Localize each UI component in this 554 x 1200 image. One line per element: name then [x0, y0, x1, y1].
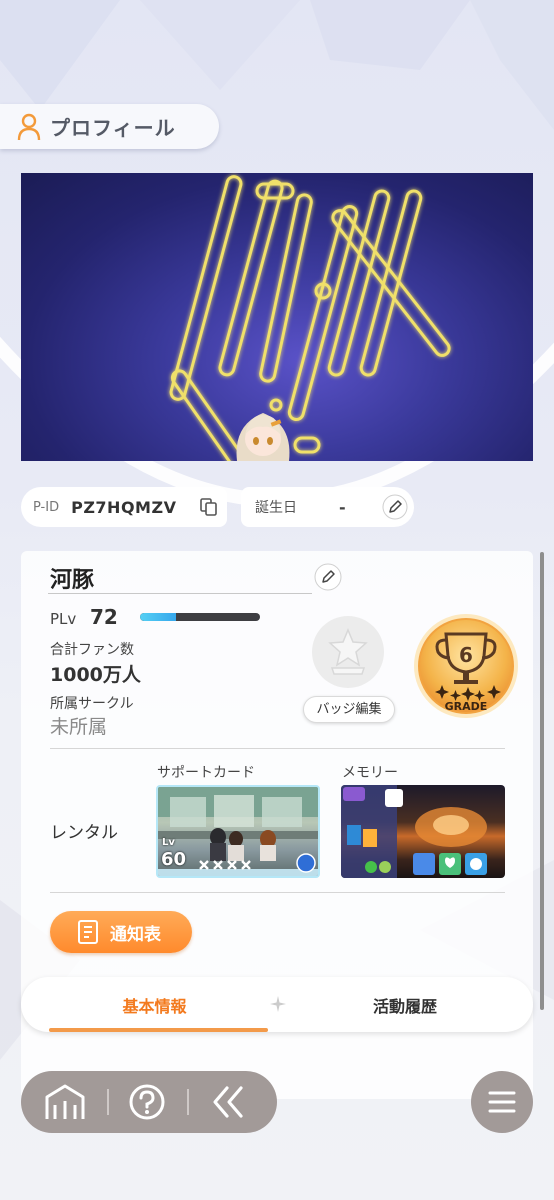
support-card-level: 60 [161, 849, 187, 870]
grade-label: GRADE [445, 700, 488, 713]
page-title: プロフィール [50, 116, 176, 140]
plv-progress-bar [140, 613, 260, 621]
menu-button[interactable] [471, 1071, 533, 1133]
support-card-lv-prefix: Lv [162, 837, 175, 848]
fans-label: 合計ファン数 [50, 642, 134, 658]
scrollbar[interactable] [540, 552, 544, 1010]
double-chevron-left-icon[interactable] [207, 1083, 251, 1121]
report-card-label: 通知表 [110, 924, 161, 945]
plv-progress-fill [140, 613, 176, 621]
memory-card-art [341, 785, 487, 878]
badge-edit-button[interactable]: バッジ編集 [303, 696, 395, 723]
player-id-box: P-ID PZ7HQMZV [21, 487, 227, 527]
help-icon[interactable] [127, 1083, 167, 1121]
profile-banner-image [21, 173, 533, 461]
memory-card-thumbnail[interactable] [341, 785, 505, 878]
grade-medal: 6 GRADE [414, 614, 518, 718]
player-id-value: PZ7HQMZV [71, 497, 177, 517]
report-card-icon [78, 920, 98, 944]
circle-label: 所属サークル [50, 696, 134, 712]
bottom-nav [21, 1071, 277, 1133]
fans-value: 1000万人 [50, 664, 141, 686]
section-divider [50, 892, 505, 893]
person-icon [17, 113, 41, 140]
player-name: 河豚 [50, 568, 95, 593]
edit-birthday-pencil-icon[interactable] [382, 494, 408, 520]
grade-number: 6 [459, 643, 473, 667]
hamburger-menu-icon [488, 1091, 516, 1113]
player-id-label: P-ID [33, 499, 60, 515]
birthday-label: 誕生日 [255, 500, 297, 516]
tab-basic-info[interactable]: 基本情報 [41, 977, 268, 1032]
sparkle-separator-icon [270, 996, 286, 1012]
home-icon[interactable] [41, 1083, 89, 1121]
copy-icon[interactable] [199, 497, 219, 517]
report-card-button[interactable]: 通知表 [50, 911, 192, 953]
profile-tabbar: 基本情報 活動履歴 [21, 977, 533, 1032]
support-card-label: サポートカード [157, 765, 255, 781]
nav-separator [187, 1089, 189, 1115]
profile-header-tab: プロフィール [0, 104, 219, 149]
section-divider [50, 748, 505, 749]
name-underline [48, 593, 312, 594]
edit-name-pencil-icon[interactable] [314, 563, 342, 591]
badge-slot[interactable] [312, 616, 384, 688]
tab-activity-history[interactable]: 活動履歴 [289, 977, 521, 1032]
plv-label: PLv [50, 610, 77, 628]
active-tab-indicator [49, 1028, 268, 1032]
star-trophy-icon [328, 628, 368, 675]
memory-label: メモリー [342, 765, 398, 781]
birthday-value: - [339, 497, 346, 517]
plv-value: 72 [90, 605, 118, 629]
character-avatar [236, 413, 290, 461]
rental-label: レンタル [50, 823, 118, 843]
nav-separator [107, 1089, 109, 1115]
support-card-thumbnail[interactable]: Lv 60 [156, 785, 320, 878]
circle-value: 未所属 [50, 716, 108, 738]
birthday-box: 誕生日 - [241, 487, 414, 527]
